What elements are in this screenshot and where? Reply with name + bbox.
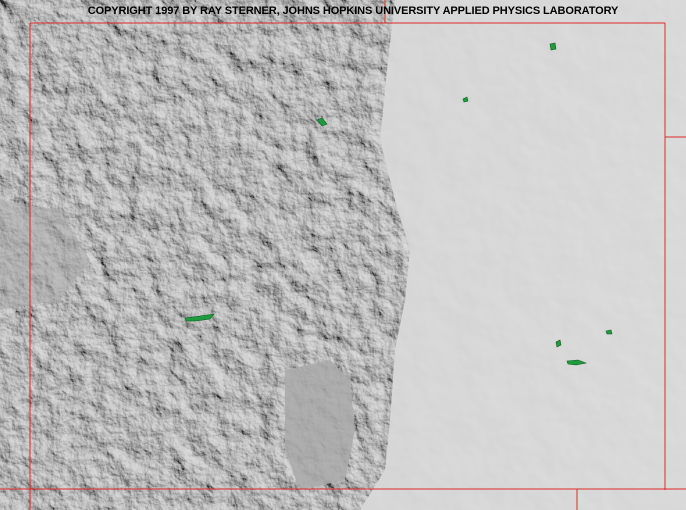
valley-flat [285,360,355,490]
lake-north-east [549,42,557,51]
relief-map-canvas [0,0,686,510]
copyright-notice: COPYRIGHT 1997 BY RAY STERNER, JOHNS HOP… [87,5,619,17]
lake-south-east-b [605,329,613,335]
shaded-relief-map: COPYRIGHT 1997 BY RAY STERNER, JOHNS HOP… [0,0,686,510]
